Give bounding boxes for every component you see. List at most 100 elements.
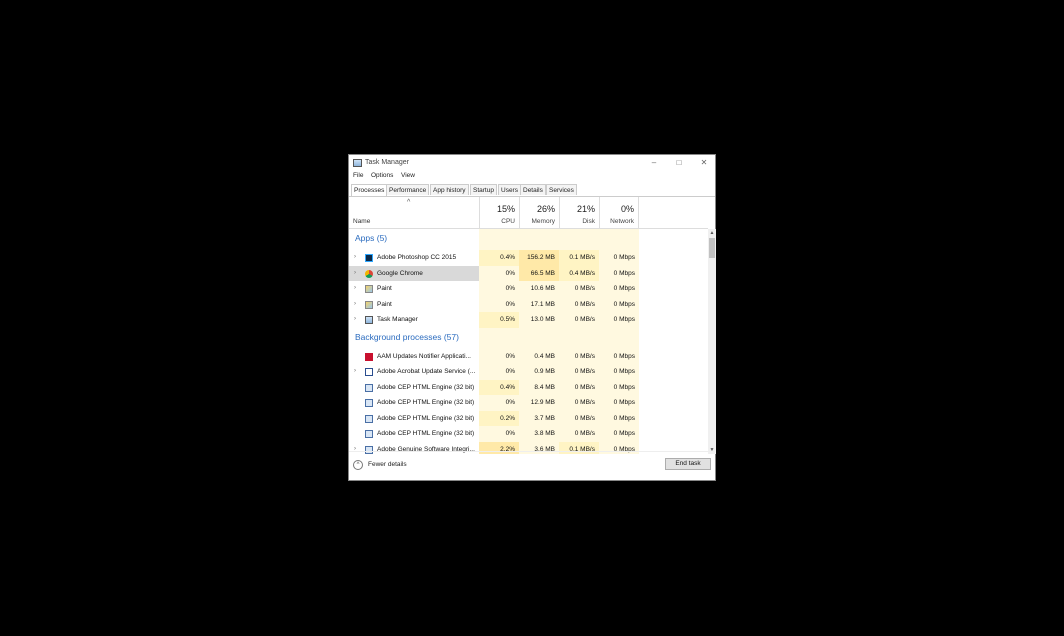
process-disk: 0 MB/s — [559, 348, 599, 364]
column-network[interactable]: 0% Network — [599, 197, 639, 228]
process-row[interactable]: › Google Chrome 0% 66.5 MB 0.4 MB/s 0 Mbps — [349, 265, 708, 281]
disk-total: 21% — [576, 204, 595, 214]
column-name[interactable]: Name — [353, 218, 370, 225]
process-cpu: 0% — [479, 426, 519, 442]
tab-app-history[interactable]: App history — [430, 184, 469, 195]
process-icon — [365, 414, 373, 423]
minimize-icon[interactable]: – — [645, 157, 663, 169]
network-total: 0% — [620, 204, 634, 214]
chevron-right-icon[interactable]: › — [354, 316, 356, 322]
process-network: 0 Mbps — [599, 348, 639, 364]
process-row[interactable]: AAM Updates Notifier Applicati... 0% 0.4 M… — [349, 348, 708, 364]
process-memory: 8.4 MB — [519, 379, 559, 395]
scroll-thumb[interactable] — [709, 238, 715, 258]
close-icon[interactable]: ✕ — [695, 157, 713, 169]
process-row[interactable]: Adobe CEP HTML Engine (32 bit) 0% 3.8 MB 0 … — [349, 426, 708, 442]
task-manager-window: Task Manager – □ ✕ File Options View Pro… — [348, 154, 716, 481]
group-heat-cell — [599, 327, 639, 349]
chevron-right-icon[interactable]: › — [354, 368, 356, 374]
process-cpu: 0% — [479, 395, 519, 411]
title-bar[interactable]: Task Manager – □ ✕ — [349, 155, 715, 171]
process-cpu: 0% — [479, 296, 519, 312]
process-name: Adobe CEP HTML Engine (32 bit) — [377, 414, 475, 422]
menu-view[interactable]: View — [401, 172, 415, 179]
column-memory[interactable]: 26% Memory — [519, 197, 559, 228]
process-network: 0 Mbps — [599, 426, 639, 442]
column-header: ^ Name 15% CPU 26% Memory 21% Disk 0% Ne… — [349, 197, 708, 229]
process-memory: 12.9 MB — [519, 395, 559, 411]
cpu-label: CPU — [501, 218, 515, 225]
process-cpu: 0% — [479, 348, 519, 364]
process-network: 0 Mbps — [599, 364, 639, 380]
process-memory: 13.0 MB — [519, 312, 559, 328]
chevron-right-icon[interactable]: › — [354, 270, 356, 276]
process-cpu: 0.5% — [479, 312, 519, 328]
tab-startup[interactable]: Startup — [470, 184, 497, 195]
process-network: 0 Mbps — [599, 296, 639, 312]
process-name: Paint — [377, 300, 392, 308]
menu-file[interactable]: File — [353, 172, 363, 179]
group-heat-cell — [519, 229, 559, 250]
process-network: 0 Mbps — [599, 395, 639, 411]
process-name: Task Manager — [377, 316, 418, 323]
process-row[interactable]: › Adobe Photoshop CC 2015 0.4% 156.2 MB 0.1 … — [349, 250, 708, 266]
process-name: Adobe CEP HTML Engine (32 bit) — [377, 430, 475, 437]
tab-details[interactable]: Details — [520, 184, 546, 195]
process-row[interactable]: Adobe CEP HTML Engine (32 bit) 0% 12.9 MB 0… — [349, 395, 708, 411]
tab-strip: Processes Performance App history Startu… — [349, 184, 715, 197]
process-icon — [365, 430, 373, 438]
column-disk[interactable]: 21% Disk — [559, 197, 599, 228]
process-network: 0 Mbps — [599, 379, 639, 395]
process-cpu: 0% — [479, 265, 519, 281]
column-cpu[interactable]: 15% CPU — [479, 197, 519, 228]
process-disk: 0 MB/s — [559, 379, 599, 395]
process-cpu: 0.4% — [479, 379, 519, 395]
process-row[interactable]: › Adobe Acrobat Update Service (... 0% 0.9 … — [349, 364, 708, 380]
apps-group-title: Apps (5) — [355, 233, 388, 243]
process-disk: 0 MB/s — [559, 281, 599, 297]
process-row[interactable]: Adobe CEP HTML Engine (32 bit) 0.2% 3.7 MB… — [349, 410, 708, 427]
chrome-icon — [365, 269, 373, 278]
menu-bar: File Options View — [349, 171, 715, 182]
cpu-total: 15% — [496, 204, 515, 214]
group-heat-cell — [519, 327, 559, 349]
process-name-cell: › Paint — [349, 297, 479, 313]
memory-total: 26% — [536, 204, 555, 214]
maximize-icon[interactable]: □ — [670, 157, 688, 169]
tab-performance[interactable]: Performance — [386, 184, 430, 195]
menu-options[interactable]: Options — [371, 172, 393, 179]
chevron-up-icon[interactable]: ^ — [353, 460, 363, 470]
group-heat-cell — [479, 229, 519, 250]
process-cpu: 0.4% — [479, 250, 519, 266]
process-row[interactable]: › Paint 0% 10.6 MB 0 MB/s 0 Mbps — [349, 281, 708, 297]
fewer-details-link[interactable]: Fewer details — [368, 461, 407, 468]
process-disk: 0.4 MB/s — [559, 265, 599, 281]
process-row[interactable]: › Task Manager 0.5% 13.0 MB 0 MB/s 0 Mbps — [349, 312, 708, 328]
chevron-right-icon[interactable]: › — [354, 301, 356, 307]
chevron-right-icon[interactable]: › — [354, 285, 356, 291]
process-network: 0 Mbps — [599, 410, 639, 426]
process-row[interactable]: › Paint 0% 17.1 MB 0 MB/s 0 Mbps — [349, 296, 708, 313]
adobe-red-icon — [365, 352, 373, 361]
vertical-scrollbar[interactable]: ▲ ▼ — [708, 229, 716, 454]
tab-services[interactable]: Services — [546, 184, 577, 195]
process-disk: 0 MB/s — [559, 410, 599, 426]
tab-processes[interactable]: Processes — [351, 184, 388, 196]
process-disk: 0 MB/s — [559, 426, 599, 442]
task-manager-icon — [353, 159, 362, 167]
group-heat-cell — [559, 229, 599, 250]
end-task-button[interactable]: End task — [665, 458, 711, 470]
scroll-up-icon[interactable]: ▲ — [708, 229, 716, 237]
background-group: Background processes (57) — [349, 327, 708, 349]
process-cpu: 0% — [479, 364, 519, 380]
process-memory: 66.5 MB — [519, 265, 559, 281]
chevron-right-icon[interactable]: › — [354, 254, 356, 260]
process-row[interactable]: Adobe CEP HTML Engine (32 bit) 0.4% 8.4 MB… — [349, 379, 708, 395]
process-icon — [365, 399, 373, 407]
process-name-cell: Adobe CEP HTML Engine (32 bit) — [349, 411, 479, 427]
group-heat-cell — [599, 229, 639, 250]
process-name-cell: › Task Manager — [349, 312, 479, 328]
tab-users[interactable]: Users — [498, 184, 521, 195]
footer: ^ Fewer details End task — [349, 451, 715, 480]
process-name: Adobe CEP HTML Engine (32 bit) — [377, 399, 475, 406]
